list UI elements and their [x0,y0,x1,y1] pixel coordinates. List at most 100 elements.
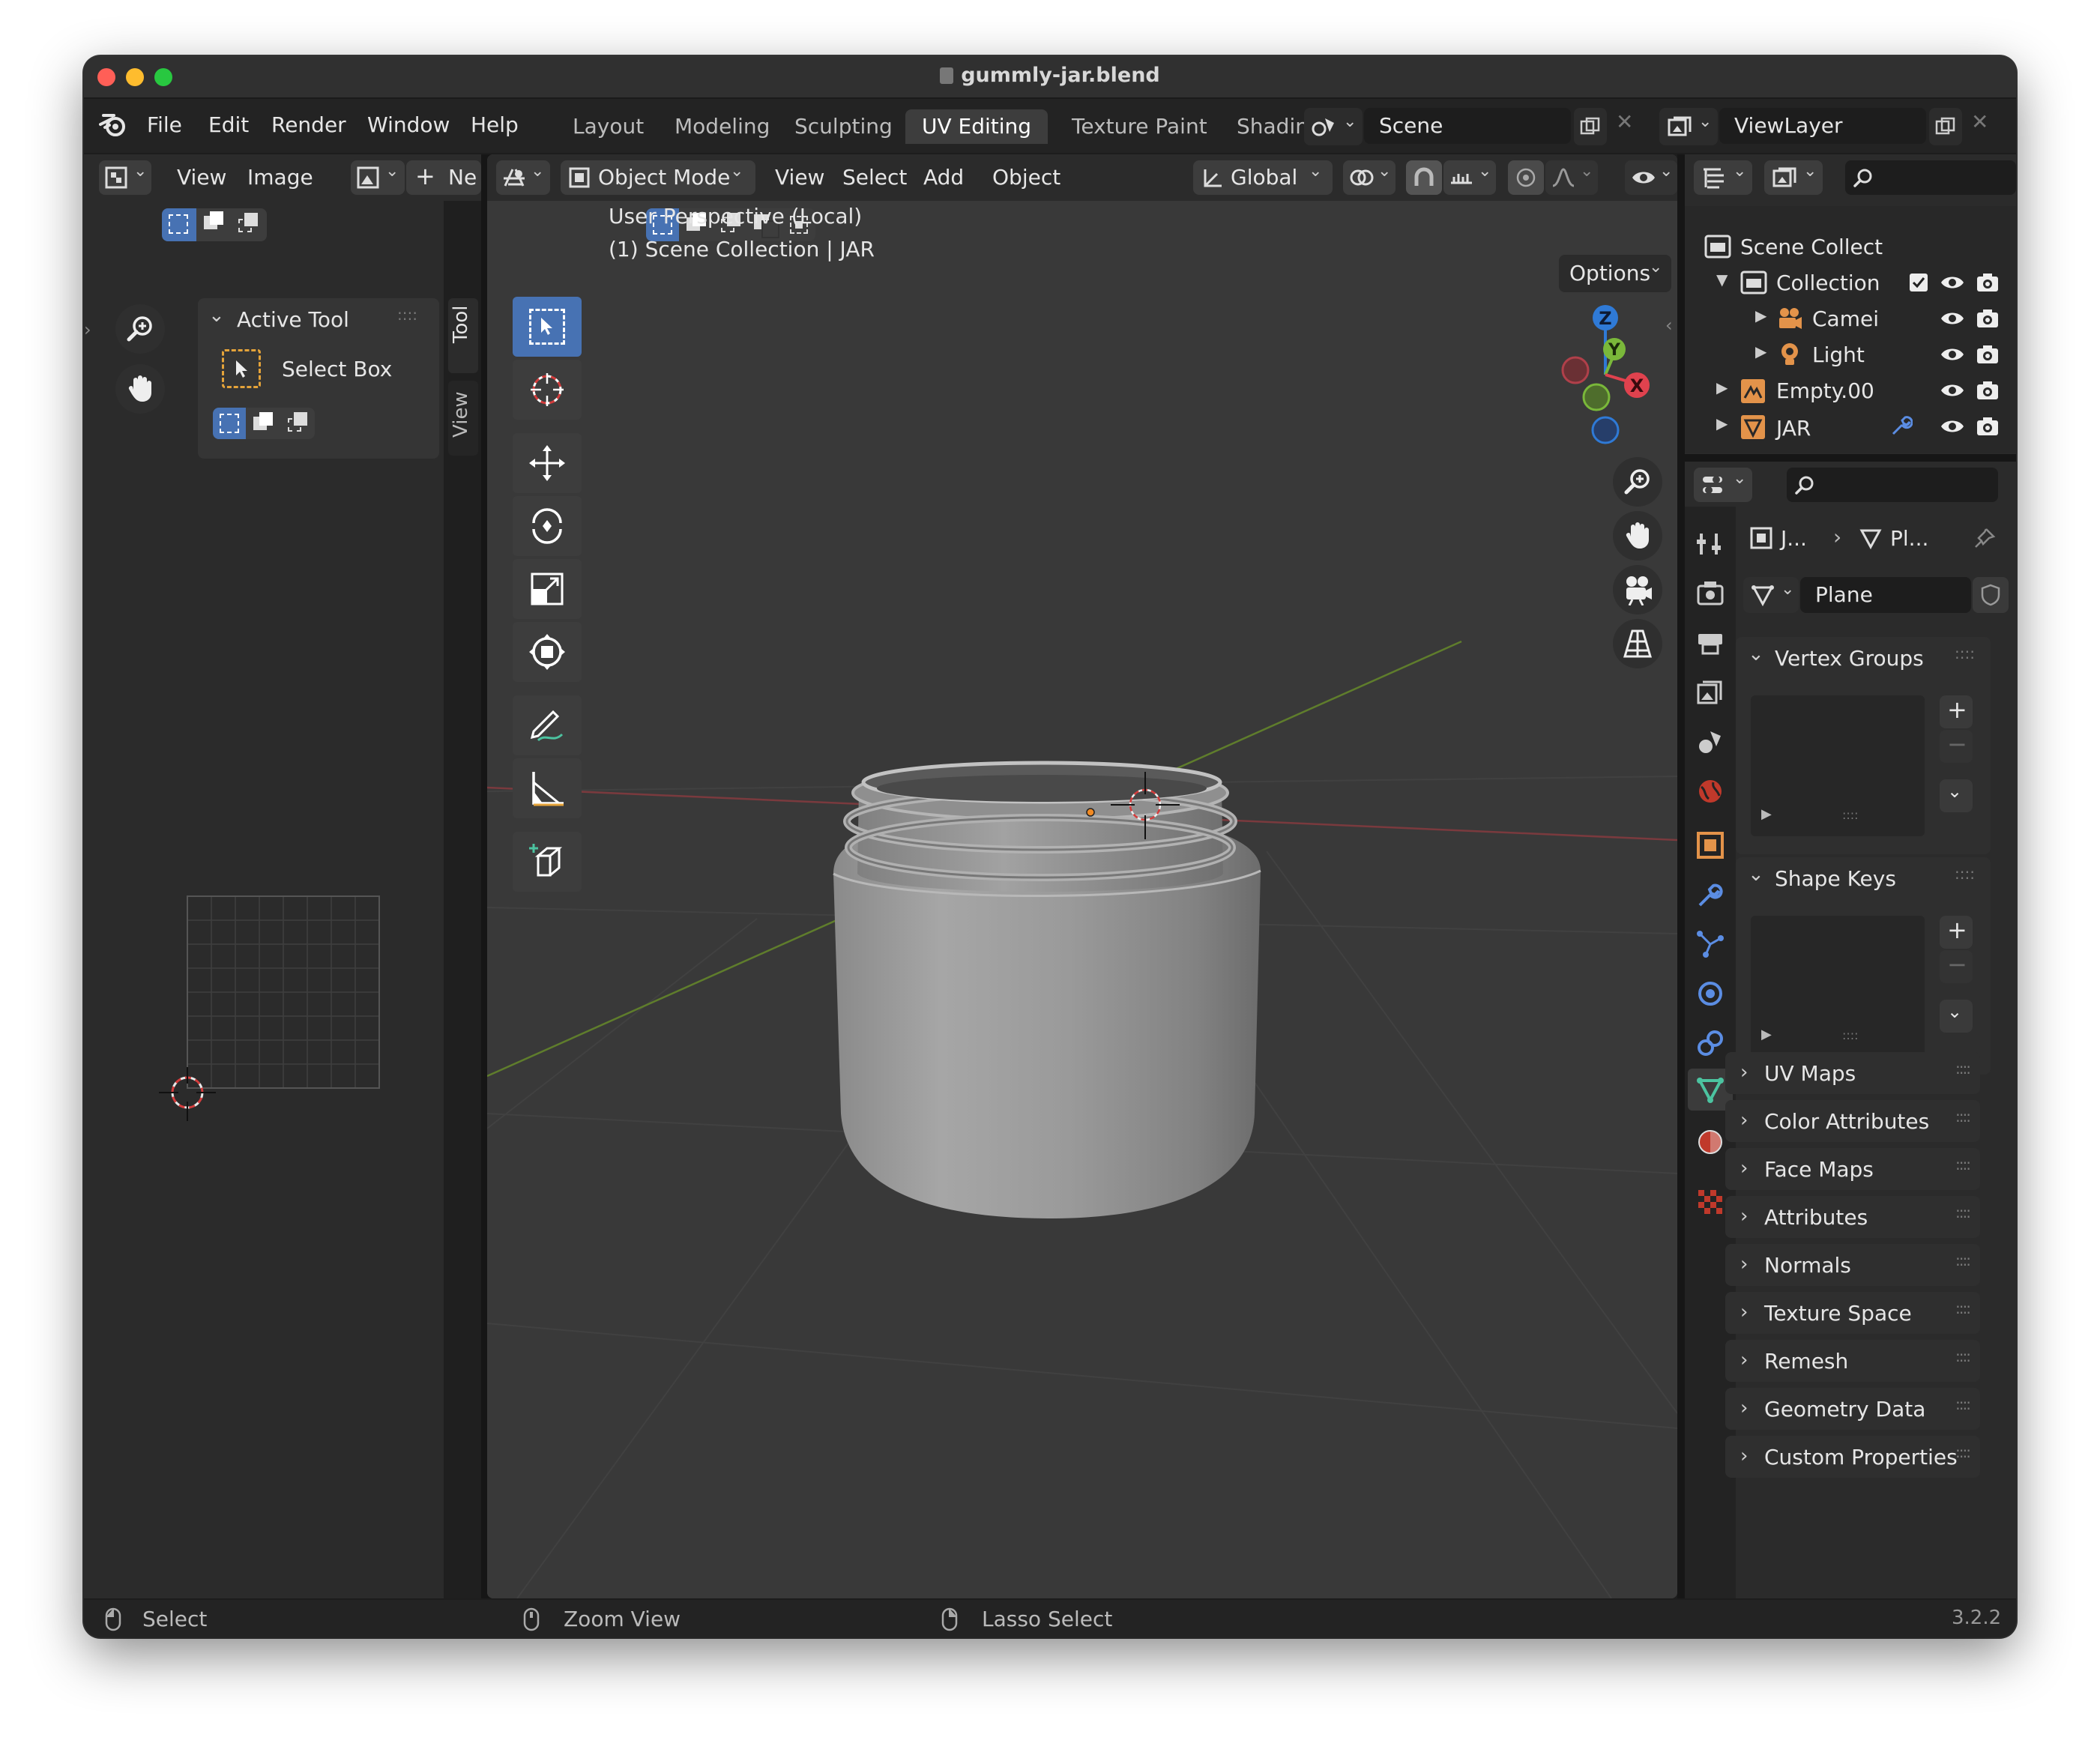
remove-vertex-group-button[interactable]: − [1940,730,1973,763]
new-scene-button[interactable] [1574,108,1607,145]
transform-orientation-dropdown[interactable]: Global ⌄ [1193,160,1333,195]
panel-grip-icon[interactable]: :::: [1955,1108,1971,1126]
3d-cursor-icon[interactable] [1108,767,1183,842]
cursor-tool[interactable] [513,360,582,420]
menu-render[interactable]: Render [271,112,346,137]
view-layer-selector-button[interactable]: ⌄ [1659,108,1718,145]
select-subtract-mode-button[interactable] [282,408,315,439]
rotate-tool[interactable] [513,496,582,556]
properties-editor-type-button[interactable]: ⌄ [1694,468,1752,502]
panel-grip-icon[interactable]: :::: [397,306,417,324]
fake-user-button[interactable] [1973,577,2009,613]
outliner-row-camera[interactable]: ▶ Camei [1685,300,2016,336]
proportional-editing-toggle[interactable] [1508,160,1544,195]
list-expand-icon[interactable]: ▶ [1761,806,1772,822]
delete-view-layer-icon[interactable]: ✕ [1971,109,1988,134]
render-camera-icon[interactable] [1976,344,2000,365]
eye-icon[interactable] [1940,381,1965,399]
menu-file[interactable]: File [147,112,182,137]
move-tool[interactable] [513,433,582,493]
jar-mesh[interactable] [802,724,1349,1301]
mesh-browse-button[interactable]: ⌄ [1743,577,1799,613]
list-resize-grip-icon[interactable]: :::: [1842,808,1859,822]
view-layer-name-field[interactable]: ViewLayer [1719,108,1926,144]
new-view-layer-button[interactable] [1929,108,1962,145]
delete-scene-icon[interactable]: ✕ [1616,109,1633,134]
select-box-tool-icon[interactable] [222,349,261,388]
snap-target-dropdown[interactable]: ⌄ [1443,160,1496,195]
editor-type-button[interactable]: ⌄ [99,160,151,195]
render-properties-icon[interactable] [1695,579,1725,608]
uv-maps-panel[interactable]: › UV Maps:::: [1725,1052,1980,1094]
eye-icon[interactable] [1940,345,1965,363]
panel-grip-icon[interactable]: :::: [1955,1156,1971,1173]
color-attributes-panel[interactable]: › Color Attributes:::: [1725,1100,1980,1142]
render-camera-icon[interactable] [1976,380,2000,401]
panel-grip-icon[interactable]: :::: [1955,865,1975,883]
world-properties-icon[interactable] [1695,776,1725,806]
menu-edit[interactable]: Edit [208,112,249,137]
select-new-mode-button[interactable] [162,208,196,241]
expand-chevron-icon[interactable]: ▶ [1716,414,1728,432]
texture-space-panel[interactable]: › Texture Space:::: [1725,1292,1980,1334]
scene-selector-button[interactable]: ⌄ [1304,108,1363,145]
list-resize-grip-icon[interactable]: :::: [1842,1028,1859,1042]
expand-chevron-icon[interactable]: ▶ [1755,306,1766,324]
material-properties-icon[interactable] [1695,1127,1725,1157]
render-camera-icon[interactable] [1976,308,2000,329]
pivot-point-dropdown[interactable]: ⌄ [1343,160,1396,195]
shape-keys-list[interactable]: ▶ :::: [1751,916,1925,1057]
zoom-button[interactable] [1613,457,1662,507]
tab-view[interactable]: View [448,381,478,456]
toggle-perspective-button[interactable] [1613,619,1662,668]
scene-name-field[interactable]: Scene [1364,108,1571,144]
viewport-menu-add[interactable]: Add [923,165,964,190]
tab-uv-editing[interactable]: UV Editing [905,109,1049,144]
scale-tool[interactable] [513,559,582,619]
outliner-editor-type-button[interactable]: ⌄ [1694,160,1752,195]
tab-texture-paint[interactable]: Texture Paint [1055,109,1224,144]
face-maps-panel[interactable]: › Face Maps:::: [1725,1148,1980,1190]
add-shape-key-button[interactable]: + [1940,916,1973,949]
camera-view-button[interactable] [1613,565,1662,614]
eye-icon[interactable] [1940,274,1965,292]
panel-grip-icon[interactable]: :::: [1955,1251,1971,1269]
options-dropdown[interactable]: Options ⌄ [1559,255,1671,292]
render-camera-icon[interactable] [1976,272,2000,293]
select-subtract-mode-button[interactable] [232,208,265,241]
add-vertex-group-button[interactable]: + [1940,695,1973,728]
visibility-dropdown[interactable]: ⌄ [1625,160,1677,195]
remesh-panel[interactable]: › Remesh:::: [1725,1340,1980,1382]
object-properties-icon[interactable] [1695,830,1725,860]
mesh-name-field[interactable]: Plane [1800,577,1971,613]
wrench-modifier-icon[interactable] [1890,414,1913,437]
collapse-chevron-icon[interactable]: ⌄ [1748,643,1764,665]
tab-tool[interactable]: Tool [448,298,478,373]
custom-properties-panel[interactable]: › Custom Properties:::: [1725,1436,1980,1478]
outliner-row-jar[interactable]: ▶ JAR [1685,408,2016,444]
physics-properties-icon[interactable] [1695,979,1725,1009]
navigation-gizmo[interactable]: Z Y X [1556,297,1668,447]
display-mode-button[interactable]: ⌄ [1764,160,1823,195]
panel-grip-icon[interactable]: :::: [1955,1060,1971,1078]
texture-properties-icon[interactable] [1695,1187,1725,1217]
transform-tool[interactable] [513,622,582,682]
panel-grip-icon[interactable]: :::: [1955,1203,1971,1221]
panel-grip-icon[interactable]: :::: [1955,1443,1971,1461]
pin-icon[interactable] [1973,526,1997,550]
sidebar-expand-icon[interactable]: ‹ [1665,315,1673,336]
collapse-chevron-icon[interactable]: ⌄ [208,304,225,327]
uv-menu-image[interactable]: Image [247,165,313,190]
remove-shape-key-button[interactable]: − [1940,950,1973,983]
render-camera-icon[interactable] [1976,416,2000,437]
outliner-row-light[interactable]: ▶ Light [1685,336,2016,372]
add-cube-tool[interactable] [513,832,582,892]
tab-layout[interactable]: Layout [556,109,660,144]
menu-help[interactable]: Help [471,112,519,137]
viewport-menu-object[interactable]: Object [992,165,1060,190]
particle-properties-icon[interactable] [1695,929,1725,959]
image-browse-button[interactable]: ⌄ [351,160,405,195]
constraint-properties-icon[interactable] [1695,1028,1725,1058]
tab-sculpting[interactable]: Sculpting [778,109,909,144]
expand-chevron-icon[interactable]: ▶ [1716,378,1728,396]
